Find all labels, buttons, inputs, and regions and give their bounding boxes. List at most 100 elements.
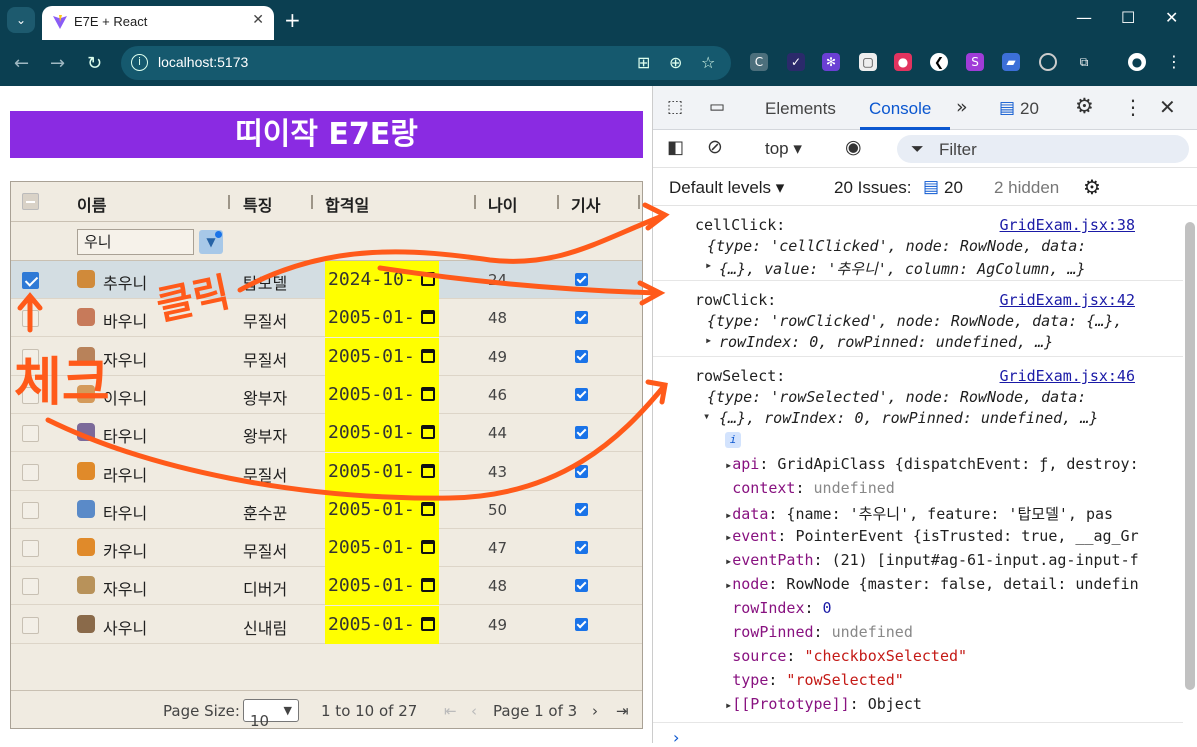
header-separator[interactable] <box>311 195 313 209</box>
device-toolbar-icon[interactable]: ▭ <box>709 97 725 117</box>
table-row[interactable]: 타우니 왕부자 2005-01- 44 <box>11 414 642 453</box>
header-separator[interactable] <box>228 195 230 209</box>
object-property[interactable]: ▸data: {name: '추우니', feature: '탑모델', pas <box>725 503 1180 524</box>
minimize-icon[interactable]: — <box>1076 8 1092 27</box>
cell-name[interactable]: 자우니 <box>103 576 147 600</box>
cell-date-input[interactable]: 2005-01- <box>325 452 439 491</box>
reload-icon[interactable]: ↻ <box>87 53 102 74</box>
calendar-icon[interactable] <box>421 272 435 286</box>
cell-age[interactable]: 43 <box>488 463 507 481</box>
more-options-icon[interactable]: ⋮ <box>1123 95 1143 119</box>
close-window-icon[interactable]: ✕ <box>1165 8 1178 27</box>
site-info-icon[interactable]: i <box>131 54 148 71</box>
kisa-checkbox[interactable] <box>575 579 588 593</box>
tab-list-button[interactable]: ⌄ <box>7 7 35 33</box>
kisa-checkbox[interactable] <box>575 617 588 631</box>
previous-page-icon[interactable]: ‹ <box>471 702 477 720</box>
table-row[interactable]: 사우니 신내림 2005-01- 49 <box>11 605 642 644</box>
row-select-checkbox[interactable] <box>22 425 39 443</box>
cell-name[interactable]: 이우니 <box>103 385 147 409</box>
extension-pink-icon[interactable]: ● <box>894 53 912 71</box>
zoom-icon[interactable]: ⊕ <box>669 53 682 72</box>
calendar-icon[interactable] <box>421 501 435 516</box>
inspect-element-icon[interactable]: ⬚ <box>667 97 683 117</box>
cell-date-input[interactable]: 2005-01- <box>325 375 439 414</box>
cell-name[interactable]: 타우니 <box>103 500 147 524</box>
extension-gear-icon[interactable]: ✻ <box>822 53 840 71</box>
extensions-puzzle-icon[interactable]: ⧉ <box>1075 53 1093 71</box>
cell-age[interactable]: 49 <box>488 348 507 366</box>
cell-date-input[interactable]: 2005-01- <box>325 299 439 338</box>
extension-square-icon[interactable]: ▢ <box>859 53 877 71</box>
cell-age[interactable]: 48 <box>488 309 507 327</box>
row-select-checkbox[interactable] <box>22 616 39 634</box>
next-page-icon[interactable]: › <box>592 702 598 720</box>
object-property[interactable]: ▸node: RowNode {master: false, detail: u… <box>725 575 1180 593</box>
header-separator[interactable] <box>557 195 559 209</box>
cell-feature[interactable]: 왕부자 <box>243 423 287 447</box>
forward-icon[interactable]: → <box>50 53 65 74</box>
cell-name[interactable]: 라우니 <box>103 462 147 486</box>
object-property[interactable]: rowIndex: 0 <box>725 599 1180 617</box>
object-property[interactable]: ▸api: GridApiClass {dispatchEvent: ƒ, de… <box>725 455 1180 473</box>
cell-name[interactable]: 추우니 <box>103 270 147 294</box>
table-row[interactable]: 추우니 탑모델 2024-10- 24 <box>11 261 642 299</box>
tab-elements[interactable]: Elements <box>765 99 836 119</box>
expand-arrow-icon[interactable]: ▸ <box>705 258 712 272</box>
tab-console[interactable]: Console <box>869 99 931 119</box>
header-date[interactable]: 합격일 <box>325 192 369 216</box>
translate-icon[interactable]: ⊞ <box>637 53 650 72</box>
calendar-icon[interactable] <box>421 310 435 325</box>
cell-age[interactable]: 44 <box>488 424 507 442</box>
sidebar-toggle-icon[interactable]: ◧ <box>667 137 684 158</box>
header-feature[interactable]: 특징 <box>243 192 272 216</box>
console-settings-gear-icon[interactable]: ⚙ <box>1083 175 1101 200</box>
table-row[interactable]: 이우니 왕부자 2005-01- 46 <box>11 375 642 414</box>
cell-feature[interactable]: 무질서 <box>243 462 287 486</box>
object-property[interactable]: ▸eventPath: (21) [input#ag-61-input.ag-i… <box>725 551 1180 569</box>
extension-s-icon[interactable]: S <box>966 53 984 71</box>
row-select-checkbox[interactable] <box>22 272 39 289</box>
header-name[interactable]: 이름 <box>77 192 106 216</box>
cell-date-input[interactable]: 2005-01- <box>325 605 439 644</box>
close-devtools-icon[interactable]: ✕ <box>1159 95 1176 119</box>
extension-check-icon[interactable]: ✓ <box>787 53 805 71</box>
clear-console-icon[interactable]: ⊘ <box>707 136 723 158</box>
row-select-checkbox[interactable] <box>22 463 39 481</box>
row-select-checkbox[interactable] <box>22 310 39 328</box>
row-select-checkbox[interactable] <box>22 501 39 519</box>
browser-tab[interactable]: E7E + React ✕ <box>42 6 274 40</box>
profile-icon[interactable]: ● <box>1128 53 1146 71</box>
cell-feature[interactable]: 신내림 <box>243 615 287 639</box>
extension-c-icon[interactable]: C <box>750 53 768 71</box>
back-icon[interactable]: ← <box>14 53 29 74</box>
calendar-icon[interactable] <box>421 386 435 401</box>
cell-name[interactable]: 사우니 <box>103 615 147 639</box>
calendar-icon[interactable] <box>421 540 435 555</box>
kisa-checkbox[interactable] <box>575 349 588 363</box>
kisa-checkbox[interactable] <box>575 273 588 286</box>
cell-age[interactable]: 46 <box>488 386 507 404</box>
cell-feature[interactable]: 무질서 <box>243 347 287 371</box>
cell-date-input[interactable]: 2005-01- <box>325 567 439 606</box>
console-filter-input[interactable]: ⏷ Filter <box>897 135 1189 163</box>
extension-circle-icon[interactable] <box>1039 53 1057 71</box>
cell-name[interactable]: 타우니 <box>103 423 147 447</box>
menu-dots-icon[interactable]: ⋮ <box>1165 53 1183 71</box>
source-link[interactable]: GridExam.jsx:46 <box>1000 367 1135 385</box>
info-badge-icon[interactable]: i <box>725 432 741 448</box>
issues-message-icon[interactable]: ▤ <box>999 98 1015 118</box>
cell-age[interactable]: 48 <box>488 577 507 595</box>
expand-arrow-icon[interactable]: ▸ <box>705 333 712 347</box>
cell-name[interactable]: 카우니 <box>103 538 147 562</box>
first-page-icon[interactable]: ⇤ <box>444 702 457 720</box>
maximize-icon[interactable]: ☐ <box>1121 8 1135 27</box>
new-tab-icon[interactable]: + <box>284 8 301 32</box>
cell-date-input[interactable]: 2024-10- <box>325 261 439 299</box>
header-separator[interactable] <box>638 195 640 209</box>
calendar-icon[interactable] <box>421 348 435 363</box>
kisa-checkbox[interactable] <box>575 311 588 325</box>
console-scrollbar[interactable] <box>1185 222 1195 690</box>
header-kisa[interactable]: 기사 <box>571 192 600 216</box>
live-expression-eye-icon[interactable]: ◉ <box>845 136 862 158</box>
